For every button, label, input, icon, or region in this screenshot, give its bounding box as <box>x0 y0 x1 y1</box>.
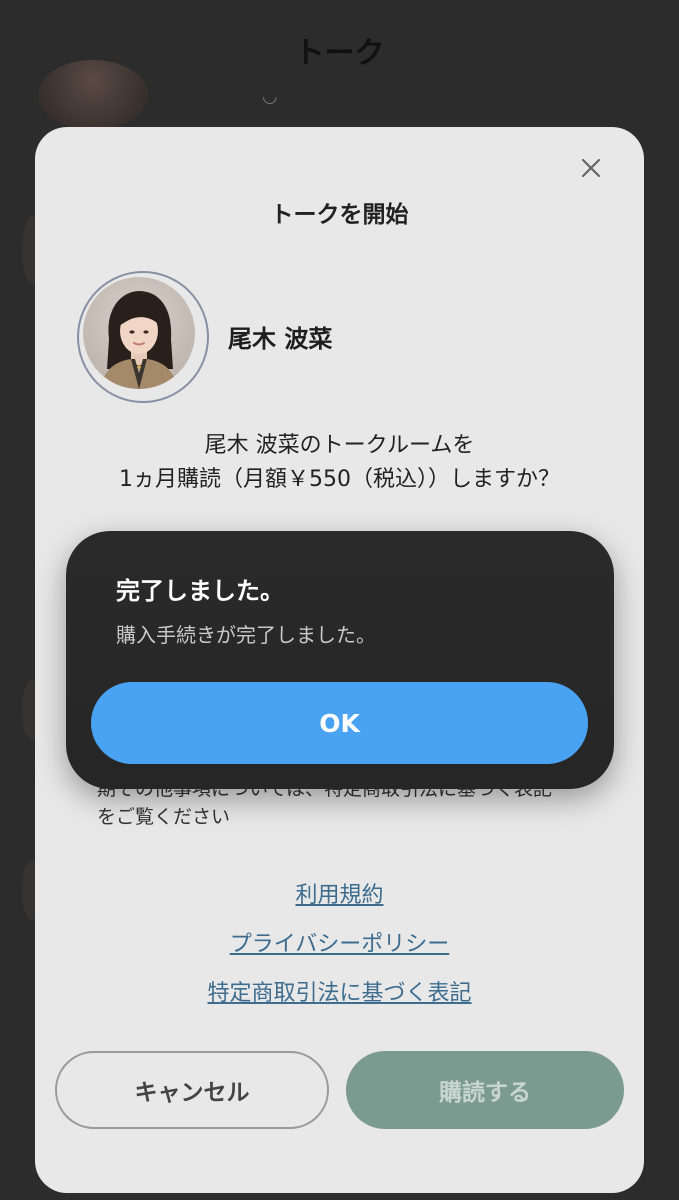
alert-message: 購入手続きが完了しました。 <box>116 623 376 647</box>
notice-line: をご覧ください <box>97 806 231 828</box>
avatar <box>77 271 209 403</box>
background-text-fragment: ◡ <box>262 86 278 107</box>
completion-alert: 完了しました。 購入手続きが完了しました。 OK <box>66 531 614 789</box>
ok-button[interactable]: OK <box>91 682 588 764</box>
privacy-policy-link[interactable]: プライバシーポリシー <box>35 926 644 958</box>
profile-name: 尾木 波菜 <box>228 325 333 353</box>
subscribe-button[interactable]: 購読する <box>346 1051 624 1129</box>
screen: トーク ◡ トークを開始 尾木 波菜 尾木 波菜のトークルームを 1ヵ月購読（月… <box>0 0 679 1200</box>
terms-link[interactable]: 利用規約 <box>35 877 644 909</box>
cancel-button[interactable]: キャンセル <box>55 1051 329 1129</box>
question-line: 1ヵ月購読（月額￥550（税込））しますか？ <box>119 467 560 492</box>
alert-title: 完了しました。 <box>116 577 284 605</box>
specified-commercial-transactions-link[interactable]: 特定商取引法に基づく表記 <box>35 975 644 1007</box>
profile-photo <box>83 277 195 389</box>
subscribe-question: 尾木 波菜のトークルームを 1ヵ月購読（月額￥550（税込））しますか？ <box>35 429 644 497</box>
close-icon[interactable] <box>576 153 606 183</box>
question-line: 尾木 波菜のトークルームを <box>204 433 475 458</box>
background-avatar <box>38 60 148 130</box>
modal-title: トークを開始 <box>270 202 409 228</box>
